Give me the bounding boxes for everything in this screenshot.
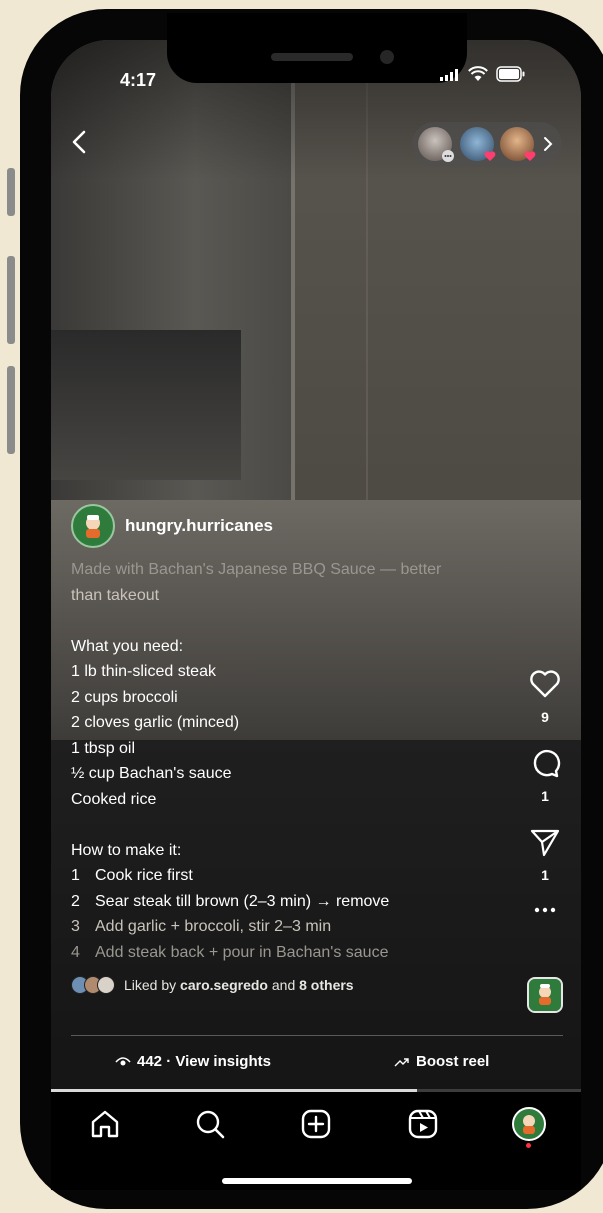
caption-line: 1 tbsp oil: [71, 739, 136, 757]
share-icon: [530, 829, 560, 857]
reel-viewers-pill[interactable]: [412, 122, 562, 166]
caption-line: ½ cup Bachan's sauce: [71, 765, 232, 782]
more-icon: [534, 907, 556, 913]
comment-count[interactable]: 1: [520, 788, 570, 804]
trend-up-icon: [394, 1057, 409, 1066]
profile-notification-dot: [526, 1143, 531, 1148]
caption-line: 2 cups broccoli: [71, 688, 178, 706]
step-number: 4: [71, 943, 80, 961]
more-button[interactable]: [520, 901, 570, 919]
step-text: Cook rice first: [95, 867, 193, 884]
tab-home[interactable]: [87, 1106, 123, 1142]
liker-avatars: [71, 976, 115, 994]
caption-line: Cooked rice: [71, 790, 157, 808]
caption-line: [71, 608, 511, 634]
caption-line: than takeout: [71, 586, 160, 604]
profile-avatar-icon: [512, 1107, 546, 1141]
caption-lines: Made with Bachan's Japanese BBQ Sauce — …: [71, 557, 511, 863]
likes-middle: and: [267, 977, 300, 993]
heart-badge-icon: [524, 151, 536, 161]
audio-thumbnail[interactable]: [527, 977, 563, 1013]
liker-avatar: [97, 976, 115, 994]
wifi-icon: [468, 66, 488, 87]
volume-up-button: [7, 256, 15, 344]
recipe-step: 4 Add steak back + pour in Bachan's sauce: [71, 940, 511, 966]
eye-icon: [115, 1056, 131, 1065]
caption-line: 2 cloves garlic (minced): [71, 714, 240, 731]
tab-create[interactable]: [298, 1106, 334, 1142]
status-icons: [440, 66, 526, 87]
reel-actions: 9 1 1: [520, 668, 570, 919]
home-icon: [91, 1110, 119, 1138]
recipe-step: 2 Sear steak till brown (2–3 min) → remov…: [71, 889, 511, 915]
author-row[interactable]: hungry.hurricanes: [71, 504, 511, 548]
tab-reels[interactable]: [405, 1106, 441, 1142]
video-bg-hood: [51, 330, 241, 480]
comment-button[interactable]: [520, 747, 570, 784]
step-text: Add garlic + broccoli, stir 2–3 min: [95, 918, 332, 935]
heart-icon: [530, 670, 560, 698]
chevron-right-icon: [544, 137, 553, 151]
recipe-step: 1 Cook rice first: [71, 863, 511, 889]
caption-line: What you need:: [71, 637, 184, 655]
caption-line: 1 lb thin-sliced steak: [71, 663, 216, 680]
step-number: 1: [71, 867, 80, 884]
likes-summary[interactable]: Liked by caro.segredo and 8 others: [71, 976, 354, 994]
step-number: 3: [71, 918, 80, 935]
tab-search[interactable]: [192, 1106, 228, 1142]
mute-switch: [7, 168, 15, 216]
step-number: 2: [71, 892, 80, 910]
liker-username[interactable]: caro.segredo: [180, 977, 268, 993]
like-count[interactable]: 9: [520, 709, 570, 725]
signal-icon: [440, 68, 460, 86]
hurricanes-logo-icon: [529, 979, 561, 1011]
status-time: 4:17: [120, 70, 157, 90]
tab-profile[interactable]: [511, 1106, 547, 1142]
search-icon: [196, 1110, 225, 1139]
heart-badge-icon: [484, 151, 496, 161]
share-button[interactable]: [520, 826, 570, 863]
boost-reel-button[interactable]: Boost reel: [394, 1053, 489, 1070]
front-camera: [380, 50, 394, 64]
caption-line: How to make it:: [71, 841, 182, 859]
comment-icon: [533, 749, 561, 778]
recipe-steps: 1 Cook rice first 2 Sear steak till brown (…: [71, 863, 511, 965]
back-chevron-icon: [72, 130, 86, 154]
back-button[interactable]: [66, 126, 94, 158]
post-caption: hungry.hurricanes Made with Bachan's Jap…: [71, 504, 511, 965]
caption-line: [71, 812, 511, 838]
caption-line: Made with Bachan's Japanese BBQ Sauce — …: [71, 561, 442, 578]
share-count[interactable]: 1: [520, 867, 570, 883]
insights-label: 442 · View insights: [137, 1053, 271, 1070]
step-text: Add steak back + pour in Bachan's sauce: [95, 943, 389, 961]
reels-icon: [408, 1109, 438, 1139]
like-button[interactable]: [520, 668, 570, 705]
speaker: [271, 53, 353, 61]
likes-others[interactable]: 8 others: [299, 977, 353, 993]
footer-divider: [71, 1035, 563, 1036]
author-avatar[interactable]: [71, 504, 115, 548]
author-username[interactable]: hungry.hurricanes: [125, 516, 273, 536]
likes-text: Liked by caro.segredo and 8 others: [124, 977, 354, 993]
volume-down-button: [7, 366, 15, 454]
boost-label: Boost reel: [416, 1053, 490, 1070]
create-icon: [301, 1109, 331, 1139]
comment-badge-icon: [442, 150, 454, 162]
home-indicator[interactable]: [222, 1178, 412, 1184]
view-insights-button[interactable]: 442 · View insights: [115, 1053, 271, 1070]
recipe-step: 3 Add garlic + broccoli, stir 2–3 min: [71, 914, 511, 940]
likes-prefix: Liked by: [124, 977, 181, 993]
hurricanes-logo-icon: [75, 508, 111, 544]
step-text: Sear steak till brown (2–3 min) → remove: [95, 892, 390, 910]
notch: [167, 13, 467, 83]
battery-icon: [496, 66, 526, 87]
